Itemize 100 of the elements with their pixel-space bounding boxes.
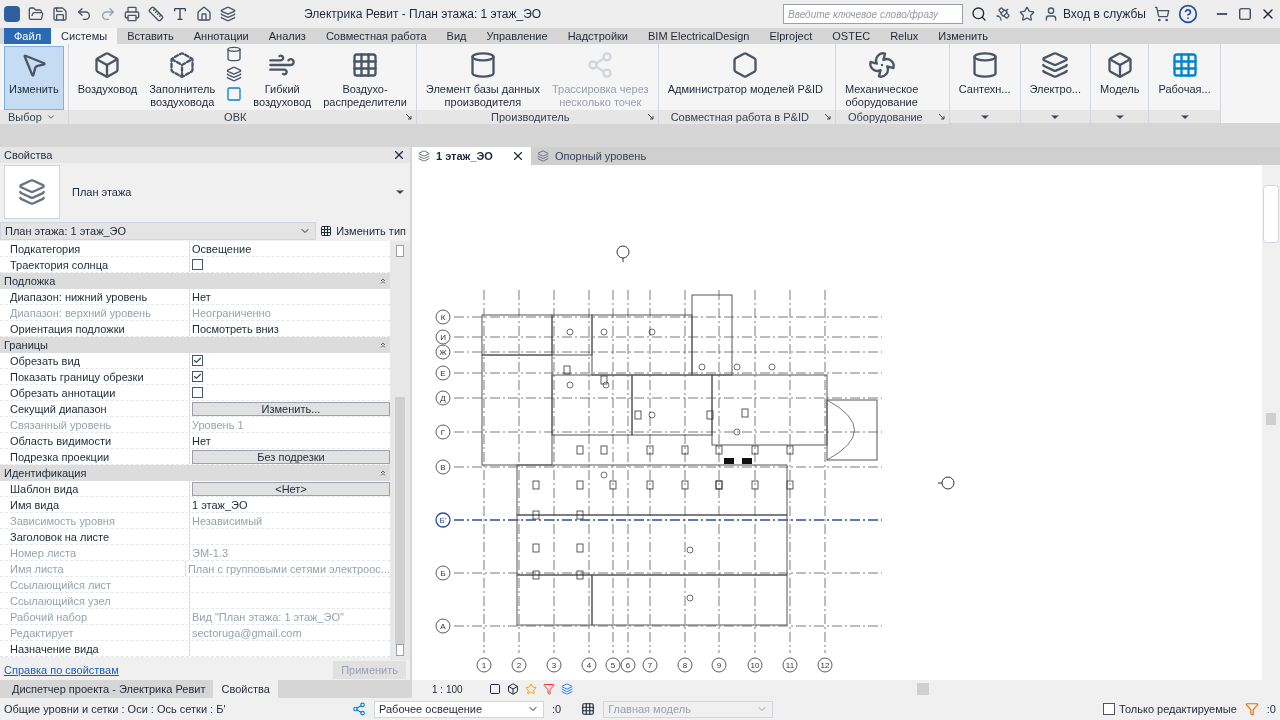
property-label: Диапазон: нижний уровень bbox=[0, 289, 190, 304]
menu-tab[interactable]: Файл bbox=[4, 28, 52, 44]
property-label: Номер листа bbox=[0, 545, 190, 560]
collapse-icon[interactable] bbox=[380, 278, 386, 284]
property-value: Вид "План этажа: 1 этаж_ЭО" bbox=[192, 609, 344, 625]
cube-icon bbox=[1105, 51, 1134, 79]
menu-tab[interactable]: Изменить bbox=[928, 28, 998, 44]
ribbon-button[interactable]: Воздуховод bbox=[72, 46, 143, 110]
section-title: Идентификация bbox=[4, 465, 87, 481]
workset-dropdown[interactable]: Рабочее освещение bbox=[374, 700, 544, 718]
property-label: Заголовок на листе bbox=[0, 529, 190, 544]
help-link[interactable]: Справка по свойствам bbox=[4, 661, 119, 679]
text-icon[interactable] bbox=[172, 6, 188, 22]
menu-tab[interactable]: Relux bbox=[880, 28, 929, 44]
menu-tab[interactable]: Надстройки bbox=[557, 28, 638, 44]
ribbon-button[interactable]: Сантехн... bbox=[953, 46, 1016, 110]
property-value: ЭМ-1.3 bbox=[192, 545, 229, 561]
dialog-launcher-icon[interactable] bbox=[938, 114, 945, 120]
menu-tab[interactable]: OSTEC bbox=[822, 28, 881, 44]
app-logo-icon bbox=[4, 6, 20, 22]
collapse-icon[interactable] bbox=[380, 342, 386, 348]
edit-type-button[interactable]: Изменить тип bbox=[320, 222, 406, 240]
property-label: Показать границу обрезки bbox=[0, 369, 190, 384]
filter-count: :0 bbox=[1266, 701, 1276, 717]
menu-tab[interactable]: Elproject bbox=[759, 28, 823, 44]
property-value: Нет bbox=[192, 433, 211, 449]
ribbon-button[interactable]: Электро... bbox=[1024, 46, 1086, 110]
property-label: Траектория солнца bbox=[0, 257, 190, 272]
ribbon-button[interactable]: Элемент базы данных производителя bbox=[420, 46, 545, 110]
window-title: Электрика Ревит - План этажа: 1 этаж_ЭО bbox=[304, 6, 542, 23]
star-icon[interactable] bbox=[1019, 6, 1035, 22]
cart-icon[interactable] bbox=[1154, 6, 1170, 22]
menu-tab[interactable]: Вид bbox=[436, 28, 477, 44]
menu-tab[interactable]: Аннотации bbox=[183, 28, 259, 44]
maximize-icon[interactable] bbox=[1238, 7, 1252, 21]
dialog-launcher-icon[interactable] bbox=[405, 114, 412, 120]
section-title: Границы bbox=[4, 337, 48, 353]
menu-tab[interactable]: BIM ElectricalDesign bbox=[638, 28, 760, 44]
close-icon[interactable] bbox=[392, 148, 406, 162]
property-label: Ссылающийся лист bbox=[0, 577, 190, 592]
scrollbar-thumb[interactable] bbox=[1266, 413, 1276, 425]
search-field[interactable]: Введите ключевое слово/фразу bbox=[783, 4, 963, 24]
help-icon[interactable] bbox=[1178, 4, 1198, 24]
property-label: Связанный уровень bbox=[0, 417, 190, 432]
property-value: План с групповыми сетями электроос... bbox=[187, 561, 390, 577]
grid-plane-icon bbox=[1170, 51, 1199, 79]
checkbox[interactable] bbox=[192, 355, 203, 366]
editable-only-checkbox[interactable]: Только редактируемые bbox=[1103, 700, 1237, 718]
property-button[interactable]: Без подрезки bbox=[192, 449, 390, 464]
property-label: Подрезка проекции bbox=[0, 449, 190, 464]
dialog-launcher-icon[interactable] bbox=[647, 114, 654, 120]
model-name: Главная модель bbox=[608, 701, 691, 717]
print-icon[interactable] bbox=[124, 6, 140, 22]
menu-tab[interactable]: Анализ bbox=[258, 28, 316, 44]
view-tab[interactable]: Опорный уровень bbox=[530, 147, 653, 165]
view-tab[interactable]: 1 этаж_ЭО bbox=[412, 147, 531, 165]
ribbon-button[interactable]: Администратор моделей P&ID bbox=[662, 46, 829, 110]
panel-title: Оборудование bbox=[847, 110, 923, 124]
property-label: Ссылающийся узел bbox=[0, 593, 190, 608]
measure-icon[interactable] bbox=[148, 6, 164, 22]
panel-tab[interactable]: Диспетчер проекта - Электрика Ревит bbox=[4, 680, 214, 698]
ribbon-button[interactable]: Модель bbox=[1095, 46, 1145, 110]
checkbox[interactable] bbox=[192, 259, 203, 270]
menu-tab[interactable]: Совместная работа bbox=[315, 28, 437, 44]
detail-level-icon[interactable] bbox=[488, 683, 501, 695]
menu-tab[interactable]: Системы bbox=[51, 28, 118, 44]
open-icon[interactable] bbox=[28, 6, 44, 22]
ribbon-button[interactable]: Воздухо- распределители bbox=[318, 46, 412, 110]
scrollbar-thumb[interactable] bbox=[916, 683, 929, 695]
menu-tab[interactable]: Вставить bbox=[117, 28, 184, 44]
panel-tab[interactable]: Свойства bbox=[213, 680, 278, 698]
save-icon[interactable] bbox=[52, 6, 68, 22]
property-button[interactable]: <Нет> bbox=[192, 481, 390, 496]
property-button[interactable]: Изменить... bbox=[192, 401, 390, 416]
elevation-marker-icon bbox=[937, 476, 955, 490]
visual-style-icon[interactable] bbox=[506, 683, 519, 695]
ribbon-button[interactable]: Изменить bbox=[4, 46, 64, 110]
instance-dropdown[interactable]: План этажа: 1 этаж_ЭО bbox=[0, 222, 317, 240]
property-value: Неограниченно bbox=[192, 305, 271, 321]
instance-name: План этажа: 1 этаж_ЭО bbox=[5, 223, 127, 239]
property-value: Нет bbox=[192, 289, 211, 305]
dialog-launcher-icon[interactable] bbox=[824, 114, 831, 120]
status-message: Общие уровни и сетки : Оси : Ось сетки : Б' bbox=[4, 701, 227, 717]
collapse-icon[interactable] bbox=[380, 470, 386, 476]
checkbox[interactable] bbox=[192, 387, 203, 398]
property-label: Подкатегория bbox=[0, 241, 190, 256]
selection-filter-icon[interactable] bbox=[1244, 702, 1259, 716]
property-label: Рабочий набор bbox=[0, 609, 190, 624]
ribbon-button[interactable]: Механическое оборудование bbox=[839, 46, 924, 110]
menu-tab[interactable]: Управление bbox=[476, 28, 558, 44]
view-scale[interactable]: 1 : 100 bbox=[412, 681, 483, 697]
ribbon-button[interactable]: Рабочая... bbox=[1153, 46, 1216, 110]
undo-icon[interactable] bbox=[76, 6, 92, 22]
panel-title: Совместная работа в P&ID bbox=[670, 110, 809, 124]
satellite-icon[interactable] bbox=[995, 6, 1011, 22]
sign-in-button[interactable]: Вход в службы bbox=[1043, 5, 1146, 23]
ribbon-button[interactable]: Гибкий воздуховод bbox=[248, 46, 317, 110]
checkbox[interactable] bbox=[192, 371, 203, 382]
ribbon-button[interactable]: Заполнитель воздуховода bbox=[144, 46, 221, 110]
editable-count: :0 bbox=[552, 701, 562, 717]
